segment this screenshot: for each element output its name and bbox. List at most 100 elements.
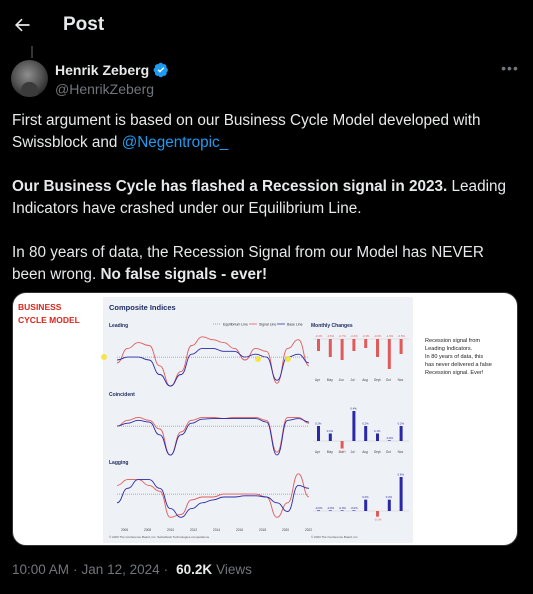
bar-value-label: 0.2% [362, 495, 369, 499]
bar-value-label: 0.2% [362, 422, 369, 426]
month-tick-label: Aug [362, 378, 368, 382]
bar [376, 433, 379, 441]
mention-link[interactable]: @Negentropic_ [122, 134, 229, 151]
year-tick-label: 2014 [213, 528, 220, 532]
bar [364, 339, 368, 348]
bar [364, 426, 368, 441]
bar-value-label: 0.6% [398, 473, 405, 477]
bar-value-label: 0.2% [386, 495, 393, 499]
bar-value-label: -0.1% [374, 518, 382, 522]
bar [317, 339, 320, 351]
avatar[interactable] [11, 60, 48, 97]
bar [399, 426, 403, 441]
bar [328, 339, 332, 357]
source-note-left: © 2023 The Conference Board, Inc. Swissb… [109, 535, 210, 539]
leading-panel-title: Leading [109, 323, 128, 329]
bar [340, 339, 344, 360]
bar-value-label: -0.0% [315, 506, 323, 510]
bar [352, 339, 356, 351]
monthly-changes-title: Monthly Changes [311, 323, 353, 329]
annotation-line: Leading Indicators. [425, 346, 473, 352]
bar [328, 510, 332, 511]
bar [352, 411, 356, 441]
bar-value-label: 0.4% [350, 407, 357, 411]
month-tick-label: May [327, 450, 333, 454]
bar-value-label: -0.0% [327, 506, 335, 510]
month-tick-label: Sept [374, 450, 381, 454]
tweet-body: First argument is based on our Business … [12, 110, 512, 308]
author-handle[interactable]: @HenrikZeberg [55, 81, 154, 97]
year-tick-label: 2020 [282, 528, 289, 532]
bar-value-label: 0.2% [398, 422, 405, 426]
tweet-paragraph-1: First argument is based on our Business … [12, 110, 512, 154]
top-bar: Post [0, 0, 533, 52]
bar [376, 339, 379, 357]
tweet-meta: 10:00 AM · Jan 12, 2024 · 60.2K Views [12, 562, 252, 577]
month-tick-label: Oct [386, 378, 391, 382]
month-tick-label: Jul [350, 450, 354, 454]
bar [399, 477, 403, 511]
meta-separator: · [73, 562, 78, 577]
bar [328, 433, 332, 441]
signal-marker [285, 356, 291, 362]
year-tick-label: 2022 [305, 528, 312, 532]
bar-value-label: -0.0% [386, 436, 394, 440]
bar-value-label: 0.2% [315, 422, 322, 426]
bar-value-label: 0.1% [327, 429, 334, 433]
year-tick-label: 2008 [144, 528, 151, 532]
bar [399, 339, 403, 354]
month-tick-label: May [327, 378, 333, 382]
bar [387, 440, 391, 441]
page-title: Post [63, 14, 105, 35]
tweet-media-image[interactable]: BUSINESS CYCLE MODEL Composite Indices L… [12, 292, 518, 546]
source-note-right: © 2023 The Conference Board, Inc. [311, 535, 359, 539]
views-count: 60.2K [176, 562, 213, 577]
bar [340, 441, 344, 449]
bar-value-label: -1.0% [386, 334, 394, 338]
bar [387, 499, 391, 511]
tweet-paragraph-3: In 80 years of data, the Recession Signa… [12, 242, 512, 286]
year-tick-label: 2018 [259, 528, 266, 532]
bar-value-label: -0.0% [339, 506, 347, 510]
bar-value-label: -0.0% [350, 506, 358, 510]
month-tick-label: Jun [339, 450, 344, 454]
bar-value-label: -0.4% [315, 334, 323, 338]
tweet-text-segment: First argument is based on our Business … [12, 112, 481, 151]
month-tick-label: Jun [339, 378, 344, 382]
meta-separator: · [163, 562, 169, 577]
year-tick-label: 2010 [167, 528, 174, 532]
annotation-line: In 80 years of data, this [425, 354, 483, 360]
month-tick-label: Jul [350, 378, 354, 382]
legend-base: Base Line [287, 323, 303, 327]
back-arrow-icon[interactable] [10, 10, 34, 40]
verified-badge-icon [153, 62, 169, 78]
year-tick-label: 2006 [121, 528, 128, 532]
coincident-panel-title: Coincident [109, 392, 135, 398]
tweet-bold-segment: Our Business Cycle has flashed a Recessi… [12, 178, 448, 195]
bar [317, 510, 320, 511]
thread-connector [31, 46, 33, 58]
signal-marker [255, 356, 261, 362]
bar-value-label: -0.6% [374, 334, 382, 338]
tweet-paragraph-2: Our Business Cycle has flashed a Recessi… [12, 176, 512, 220]
signal-marker [101, 354, 107, 360]
tweet-date[interactable]: Jan 12, 2024 [82, 562, 160, 577]
author-name-row: Henrik Zeberg [55, 62, 169, 78]
chart-title: Composite Indices [109, 303, 176, 312]
bar-value-label: -0.4% [350, 334, 358, 338]
more-options-icon[interactable]: ••• [499, 60, 521, 80]
month-tick-label: Sept [374, 378, 381, 382]
year-tick-label: 2016 [236, 528, 243, 532]
lagging-panel-title: Lagging [109, 460, 128, 466]
tweet-bold-segment: No false signals - ever! [100, 266, 268, 283]
bar-value-label: -0.3% [362, 334, 370, 338]
annotation-line: Recession signal. Ever! [425, 370, 484, 376]
author-display-name[interactable]: Henrik Zeberg [55, 62, 149, 78]
badge-line-2: CYCLE MODEL [18, 315, 80, 325]
year-tick-label: 2012 [190, 528, 197, 532]
bar-value-label: -0.7% [339, 334, 347, 338]
badge-line-1: BUSINESS [18, 302, 62, 312]
tweet-time[interactable]: 10:00 AM [12, 562, 69, 577]
bar [317, 426, 320, 441]
bar [387, 339, 391, 369]
